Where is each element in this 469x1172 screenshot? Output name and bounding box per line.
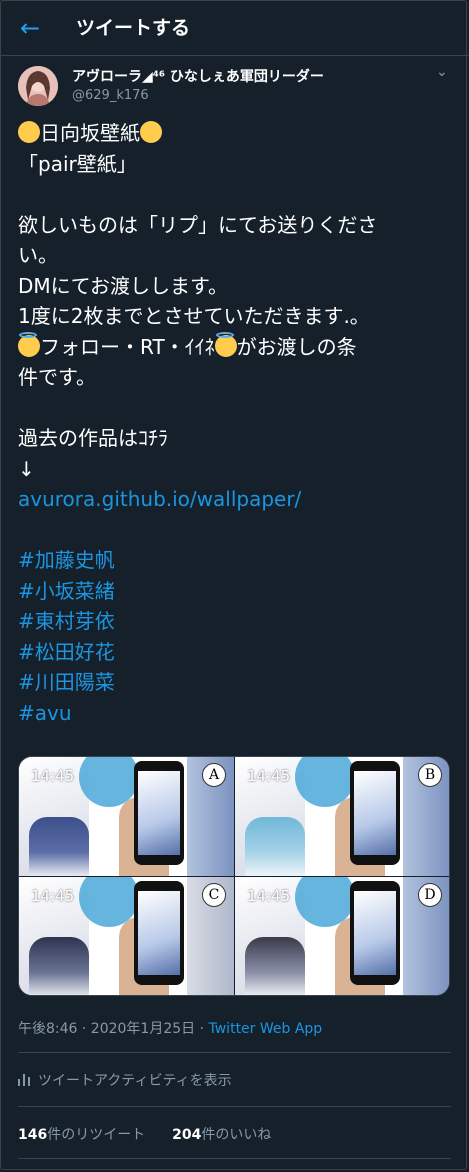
tweet-line: 「pair壁紙」	[18, 151, 137, 176]
tweet-title: 日向坂壁紙	[40, 121, 140, 145]
halo-emoji-icon	[214, 331, 237, 357]
hashtag-link[interactable]: #avu	[18, 698, 448, 729]
activity-label: ツイートアクティビティを表示	[38, 1073, 232, 1089]
like-label: 件のいいね	[201, 1127, 272, 1143]
divider	[18, 1052, 451, 1053]
wallpaper-image-c[interactable]: 14:45 C	[19, 877, 234, 995]
retweets-link[interactable]: 146件のリツイート	[18, 1127, 145, 1143]
wallpaper-image-a[interactable]: 14:45 A	[19, 757, 234, 876]
lockscreen-time: 14:45	[247, 887, 291, 905]
author-name[interactable]: アヴローラ◢⁴⁶ ひなしぇあ軍団リーダー	[72, 66, 324, 86]
tweet-line: 件です。	[18, 365, 96, 389]
tweet-line: フォロー・RT・ｲｲﾈ	[40, 334, 215, 359]
halo-emoji-icon	[18, 331, 40, 357]
wallpaper-image-d[interactable]: 14:45 D	[235, 877, 449, 995]
hashtag-link[interactable]: #川田陽菜	[18, 667, 448, 698]
tweet-line: がお渡しの条	[236, 334, 357, 359]
label-badge: B	[418, 763, 442, 787]
engagement-stats: 146件のリツイート 204件のいいね	[18, 1124, 271, 1144]
tweet-activity-link[interactable]: ツイートアクティビティを表示	[18, 1070, 232, 1090]
retweet-label: 件のリツイート	[47, 1127, 146, 1143]
tweet-line: 過去の作品はｺﾁﾗ	[18, 426, 168, 450]
grin-emoji-icon	[140, 121, 162, 143]
tweet-line: 1度に2枚までとさせていただきます.。	[18, 304, 370, 328]
chevron-down-icon[interactable]: ⌄	[436, 64, 448, 80]
hashtag-link[interactable]: #東村芽依	[18, 606, 448, 637]
hashtag-link[interactable]: #松田好花	[18, 637, 448, 668]
arrow-left-icon[interactable]: ←	[20, 14, 48, 42]
like-count: 204	[172, 1127, 202, 1143]
lockscreen-time: 14:45	[31, 887, 75, 905]
author-handle[interactable]: @629_k176	[72, 88, 149, 103]
hashtag-link[interactable]: #小坂菜緒	[18, 576, 448, 607]
top-bar: ← ツイートする	[0, 0, 469, 56]
tweet-url-link[interactable]: avurora.github.io/wallpaper/	[18, 484, 448, 515]
label-badge: A	[202, 763, 226, 787]
tweet-meta: 午後8:46 · 2020年1月25日 · Twitter Web App	[18, 1018, 322, 1038]
tweet-line: ↓	[18, 456, 35, 481]
tweet-text: 日向坂壁紙 「pair壁紙」 欲しいものは「リプ」にてお送りくださ い。 DMに…	[18, 118, 448, 728]
lockscreen-time: 14:45	[31, 767, 75, 785]
label-badge: D	[418, 883, 442, 907]
source-link[interactable]: Twitter Web App	[209, 1021, 323, 1037]
grin-emoji-icon	[18, 121, 40, 143]
tweet-line: 欲しいものは「リプ」にてお送りくださ	[18, 212, 378, 237]
divider	[18, 1158, 451, 1159]
bar-chart-icon	[18, 1074, 30, 1086]
likes-link[interactable]: 204件のいいね	[172, 1127, 271, 1143]
hashtag-link[interactable]: #加藤史帆	[18, 545, 448, 576]
wallpaper-image-b[interactable]: 14:45 B	[235, 757, 449, 876]
lockscreen-time: 14:45	[247, 767, 291, 785]
timestamp[interactable]: 午後8:46 · 2020年1月25日 ·	[18, 1021, 209, 1037]
label-badge: C	[202, 883, 226, 907]
media-grid: 14:45 A 14:45 B 14:45 C 14:45 D	[18, 756, 450, 996]
avatar[interactable]	[18, 66, 58, 106]
page-title: ツイートする	[76, 17, 191, 39]
tweet-line: い。	[18, 243, 58, 267]
tweet-line: DMにてお渡しします。	[18, 273, 229, 298]
retweet-count: 146	[18, 1127, 48, 1143]
divider	[18, 1106, 451, 1107]
